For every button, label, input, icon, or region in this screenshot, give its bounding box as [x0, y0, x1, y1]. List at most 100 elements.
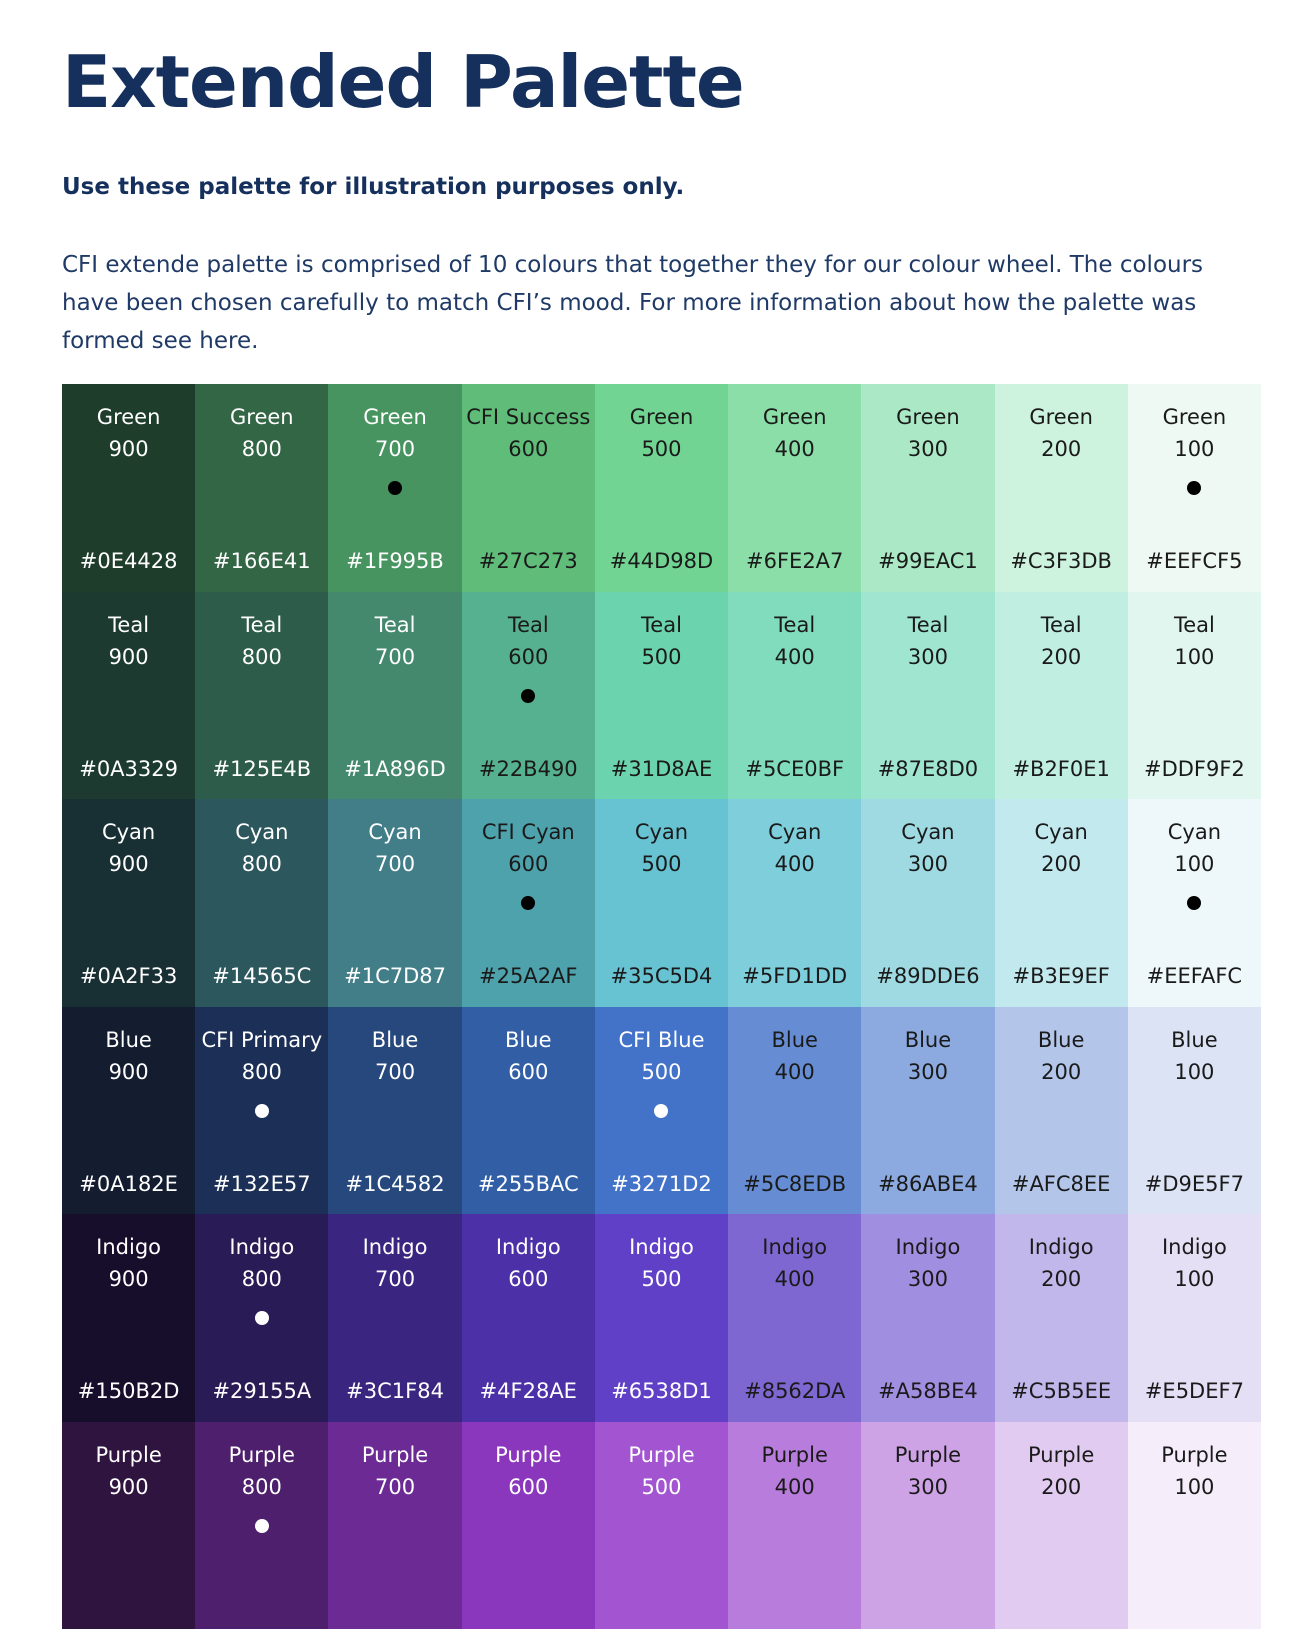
swatch-name: CFI Blue — [595, 1024, 728, 1056]
swatch-shade: 900 — [62, 1263, 195, 1295]
swatch-hex: #A58BE4 — [861, 1375, 994, 1407]
swatch-shade: 800 — [195, 1471, 328, 1503]
swatch-teal-200: Teal200#B2F0E1 — [995, 592, 1128, 800]
swatch-name: Teal — [328, 609, 461, 641]
base-color-marker-icon — [388, 481, 402, 495]
swatch-hex: #EEFCF5 — [1128, 545, 1261, 577]
swatch-name: Purple — [195, 1439, 328, 1471]
swatch-shade: 100 — [1128, 848, 1261, 880]
swatch-blue-900: Blue900 #0A182E — [62, 1007, 195, 1215]
swatch-name: Purple — [462, 1439, 595, 1471]
swatch-name: Cyan — [861, 816, 994, 848]
swatch-blue-100: Blue100#D9E5F7 — [1128, 1007, 1261, 1215]
swatch-cyan-300: Cyan300 #89DDE6 — [861, 799, 994, 1007]
swatch-name: CFI Success — [462, 401, 595, 433]
swatch-green-900: Green900#0E4428 — [62, 384, 195, 592]
swatch-name: CFI Cyan — [462, 816, 595, 848]
swatch-hex: #25A2AF — [462, 960, 595, 992]
swatch-hex: #132E57 — [195, 1168, 328, 1200]
swatch-shade: 300 — [861, 1056, 994, 1088]
swatch-indigo-200: Indigo200#C5B5EE — [995, 1214, 1128, 1422]
swatch-green-400: Green400#6FE2A7 — [728, 384, 861, 592]
swatch-hex: #0A3329 — [62, 753, 195, 785]
swatch-green-100: Green100#EEFCF5 — [1128, 384, 1261, 592]
swatch-name: Teal — [728, 609, 861, 641]
swatch-hex: #4F28AE — [462, 1375, 595, 1407]
swatch-shade: 900 — [62, 1471, 195, 1503]
swatch-shade: 700 — [328, 1263, 461, 1295]
swatch-teal-800: Teal800#125E4B — [195, 592, 328, 800]
swatch-name: Green — [62, 401, 195, 433]
swatch-name: Purple — [728, 1439, 861, 1471]
swatch-purple-800: Purple800 — [195, 1422, 328, 1629]
swatch-green-700: Green700#1F995B — [328, 384, 461, 592]
swatch-indigo-600: Indigo600#4F28AE — [462, 1214, 595, 1422]
swatch-hex: #3271D2 — [595, 1168, 728, 1200]
swatch-hex: #0A2F33 — [62, 960, 195, 992]
swatch-hex: #125E4B — [195, 753, 328, 785]
swatch-name: Cyan — [995, 816, 1128, 848]
swatch-shade: 600 — [462, 641, 595, 673]
swatch-blue-700: Blue700#1C4582 — [328, 1007, 461, 1215]
swatch-shade: 500 — [595, 1056, 728, 1088]
swatch-name: Green — [995, 401, 1128, 433]
swatch-teal-500: Teal500#31D8AE — [595, 592, 728, 800]
swatch-name: Teal — [595, 609, 728, 641]
swatch-name: Indigo — [595, 1231, 728, 1263]
swatch-shade: 200 — [995, 1056, 1128, 1088]
swatch-name: Teal — [62, 609, 195, 641]
swatch-cyan-100: Cyan100#EEFAFC — [1128, 799, 1261, 1007]
swatch-name: Indigo — [728, 1231, 861, 1263]
swatch-purple-500: Purple500 — [595, 1422, 728, 1629]
swatch-shade: 400 — [728, 641, 861, 673]
swatch-hex: #1C7D87 — [328, 960, 461, 992]
swatch-hex: #6FE2A7 — [728, 545, 861, 577]
swatch-name: Indigo — [195, 1231, 328, 1263]
swatch-teal-700: Teal700 #1A896D — [328, 592, 461, 800]
swatch-name: Purple — [861, 1439, 994, 1471]
swatch-hex: #8562DA — [728, 1375, 861, 1407]
base-color-marker-icon — [1187, 896, 1201, 910]
swatch-shade: 200 — [995, 433, 1128, 465]
swatch-name: Teal — [195, 609, 328, 641]
swatch-green-800: Green800#166E41 — [195, 384, 328, 592]
swatch-name: Green — [1128, 401, 1261, 433]
swatch-indigo-300: Indigo300#A58BE4 — [861, 1214, 994, 1422]
swatch-green-500: Green500#44D98D — [595, 384, 728, 592]
swatch-shade: 900 — [62, 433, 195, 465]
swatch-shade: 700 — [328, 1056, 461, 1088]
swatch-name: Blue — [1128, 1024, 1261, 1056]
swatch-hex: #0A182E — [62, 1168, 195, 1200]
swatch-name: CFI Primary — [195, 1024, 328, 1056]
swatch-hex: #27C273 — [462, 545, 595, 577]
swatch-shade: 900 — [62, 1056, 195, 1088]
swatch-hex: #29155A — [195, 1375, 328, 1407]
base-color-marker-icon — [654, 1104, 668, 1118]
swatch-hex: #B2F0E1 — [995, 753, 1128, 785]
swatch-name: Cyan — [328, 816, 461, 848]
swatch-name: Indigo — [995, 1231, 1128, 1263]
swatch-name: Cyan — [728, 816, 861, 848]
swatch-purple-700: Purple700 — [328, 1422, 461, 1629]
swatch-shade: 700 — [328, 641, 461, 673]
base-color-marker-icon — [255, 1311, 269, 1325]
swatch-hex: #1A896D — [328, 753, 461, 785]
swatch-name: Purple — [328, 1439, 461, 1471]
swatch-blue-200: Blue200#AFC8EE — [995, 1007, 1128, 1215]
swatch-shade: 100 — [1128, 641, 1261, 673]
swatch-hex: #1F995B — [328, 545, 461, 577]
intro-paragraph: CFI extende palette is comprised of 10 c… — [62, 246, 1262, 360]
swatch-hex: #166E41 — [195, 545, 328, 577]
swatch-shade: 400 — [728, 1056, 861, 1088]
swatch-shade: 700 — [328, 1471, 461, 1503]
swatch-shade: 300 — [861, 848, 994, 880]
swatch-hex: #150B2D — [62, 1375, 195, 1407]
swatch-name: Teal — [995, 609, 1128, 641]
swatch-hex: #5CE0BF — [728, 753, 861, 785]
swatch-name: Blue — [62, 1024, 195, 1056]
swatch-hex: #22B490 — [462, 753, 595, 785]
base-color-marker-icon — [1187, 481, 1201, 495]
base-color-marker-icon — [255, 1519, 269, 1533]
swatch-cyan-600: CFI Cyan600#25A2AF — [462, 799, 595, 1007]
swatch-hex: #89DDE6 — [861, 960, 994, 992]
